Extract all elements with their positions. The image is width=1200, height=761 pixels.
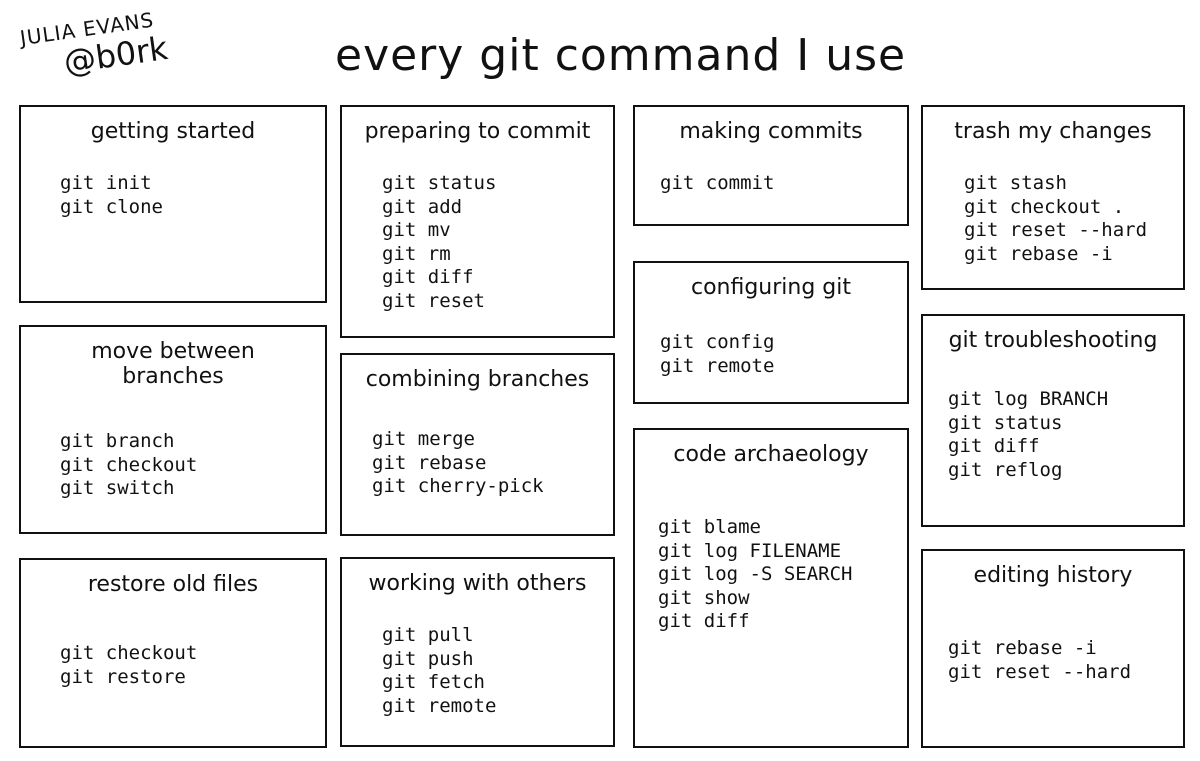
command-list: git merge git rebase git cherry-pick [372,428,544,499]
command-item: git status [948,411,1063,434]
box-getting-started: getting started git init git clone [19,105,327,303]
command-item: git log FILENAME [658,539,842,562]
command-item: git blame [658,516,761,538]
box-title: working with others [368,571,587,596]
command-item: git rm [382,242,451,265]
command-item: git switch [60,477,175,499]
command-item: git show [658,586,750,609]
command-item: git rebase -i [948,637,1097,659]
box-editing-history: editing history git rebase -i git reset --… [921,549,1185,748]
command-item: git diff [948,435,1040,457]
box-making-commits: making commits git commit [633,105,909,226]
command-list: git config git remote [660,331,774,378]
command-item: git diff [382,266,474,288]
page-title: every git command I use [335,30,907,81]
author-signature: JULIA EVANS @b0rk [19,8,170,84]
command-item: git reset --hard [948,660,1132,683]
command-list: git rebase -i git reset --hard [948,637,1131,684]
box-title: restore old files [87,572,259,597]
command-item: git rebase [372,451,487,474]
command-list: git branch git checkout git switch [60,430,197,501]
command-list: git init git clone [60,172,163,219]
command-item: git branch [60,430,175,452]
command-list: git status git add git mv git rm git diff git… [382,172,496,313]
command-item: git push [382,647,474,670]
box-code-archaeology: code archaeology git blame git log FILENAM… [633,428,909,748]
command-item: git checkout [60,642,198,664]
command-list: git blame git log FILENAME git log -S SEAR… [658,516,852,634]
command-item: git log -S SEARCH [658,563,853,585]
command-item: git commit [660,172,775,194]
command-item: git config [660,331,775,353]
command-item: git merge [372,428,475,450]
command-item: git clone [60,195,163,218]
command-list: git checkout git restore [60,642,197,689]
box-configuring-git: configuring git git config git remote [633,261,909,404]
box-title: getting started [90,119,256,144]
command-item: git remote [382,694,497,717]
command-item: git checkout [60,453,198,476]
command-item: git rebase -i [964,242,1113,265]
command-item: git stash [964,172,1067,194]
command-item: git remote [660,354,775,377]
box-move-between-branches: move between branches git branch git check… [19,325,327,534]
command-item: git diff [658,610,750,632]
command-list: git pull git push git fetch git remote [382,624,496,718]
command-item: git reset [382,289,485,312]
box-title: trash my changes [954,119,1152,144]
command-item: git restore [60,665,186,688]
box-title: combining branches [365,367,590,392]
box-restore-old-files: restore old files git checkout git restore [19,558,327,748]
command-item: git cherry-pick [372,475,544,497]
box-title: code archaeology [673,442,869,467]
command-item: git init [60,172,152,194]
command-item: git status [382,172,497,194]
command-item: git checkout . [964,195,1125,218]
box-title: git troubleshooting [948,328,1158,353]
command-item: git pull [382,624,474,646]
command-item: git log BRANCH [948,388,1109,410]
box-trash-my-changes: trash my changes git stash git checkout .g… [921,105,1185,290]
command-item: git reflog [948,458,1063,481]
box-title: move between branches [91,339,255,390]
box-title: making commits [679,119,863,144]
command-list: git commit [660,172,774,196]
box-title: preparing to commit [364,119,591,144]
command-item: git mv [382,219,451,241]
command-list: git log BRANCH git status git diff git refl… [948,388,1108,482]
box-title: configuring git [690,275,852,300]
command-item: git fetch [382,671,485,693]
box-combining-branches: combining branches git merge git rebase git… [340,353,615,536]
command-item: git reset --hard [964,219,1148,241]
box-title: editing history [973,563,1133,588]
box-git-troubleshooting: git troubleshooting git log BRANCH git sta… [921,314,1185,527]
command-list: git stash git checkout . git reset --hard g… [964,172,1147,266]
box-working-with-others: working with others git pull git push git f… [340,557,615,747]
command-item: git add [382,195,463,218]
box-preparing-to-commit: preparing to commit git status git add git … [340,105,615,338]
